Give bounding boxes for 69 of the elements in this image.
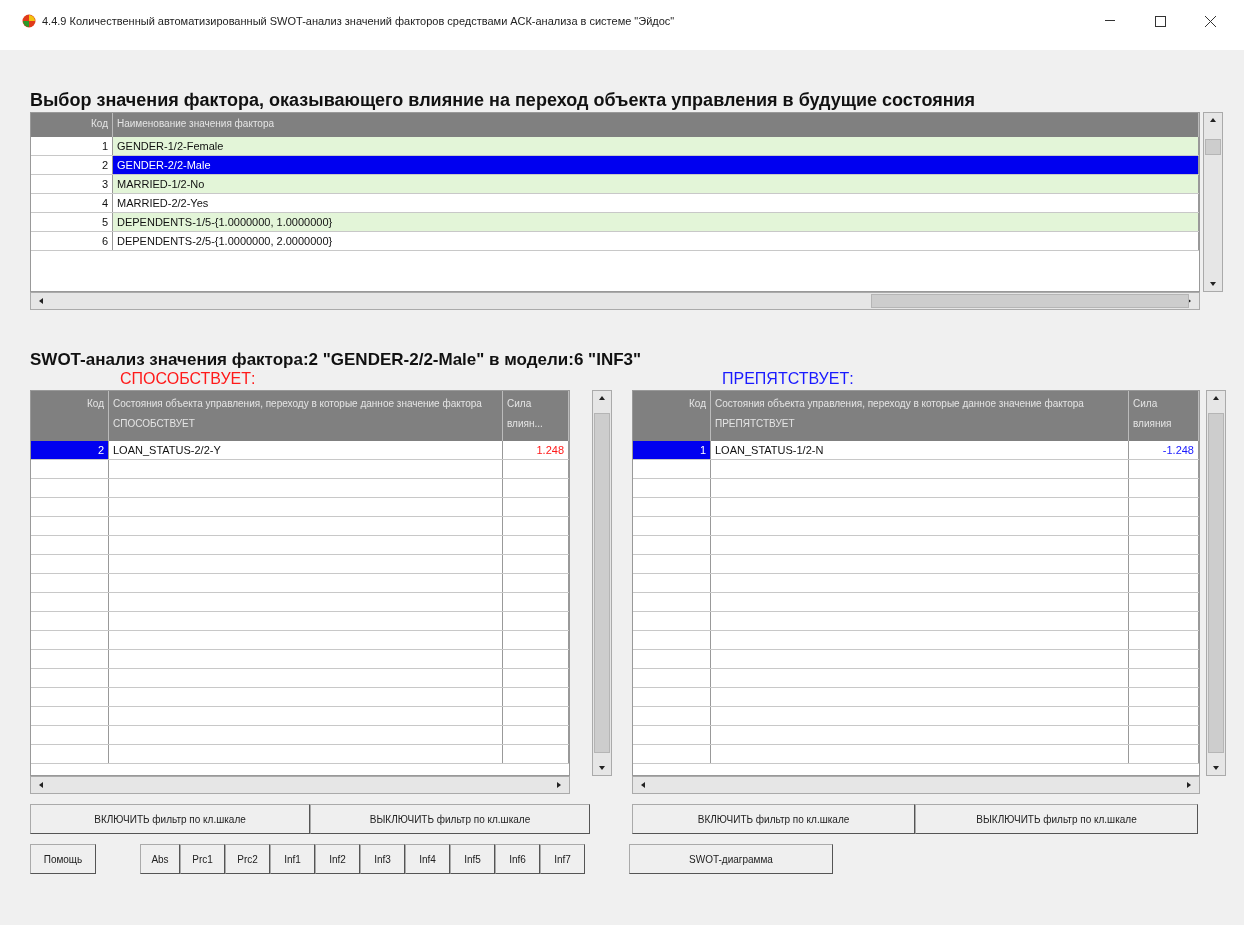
- panel-label: СПОСОБСТВУЕТ:: [120, 370, 257, 388]
- table-cell: LOAN_STATUS-2/2-Y: [109, 441, 503, 459]
- scrollbar-thumb[interactable]: [594, 413, 610, 753]
- window-title: 4.4.9 Количественный автоматизированный SWOT-анализ значений факторов средствами АСК-анализа в системе "Эйдос": [42, 15, 676, 27]
- table-row[interactable]: 2 GENDER-2/2-Male: [31, 156, 1199, 175]
- section-heading: Выбор значения фактора, оказывающего влияние на переход объекта управления в будущие состояния: [30, 90, 977, 112]
- table-row[interactable]: 3 MARRIED-1/2-No: [31, 175, 1199, 194]
- scrollbar-thumb[interactable]: [1208, 413, 1224, 753]
- arrow-right-icon[interactable]: [555, 781, 563, 789]
- table-cell: -1.248: [1129, 441, 1199, 459]
- model-button[interactable]: Abs: [140, 844, 180, 874]
- arrow-left-icon[interactable]: [37, 781, 45, 789]
- filter-button[interactable]: ВЫКЛЮЧИТЬ фильтр по кл.шкале: [310, 804, 590, 834]
- vertical-scrollbar[interactable]: [1203, 112, 1223, 292]
- table-cell: 5: [31, 213, 113, 231]
- table-cell: 1: [633, 441, 711, 459]
- table-row[interactable]: 1 GENDER-1/2-Female: [31, 137, 1199, 156]
- model-button[interactable]: Prc1: [180, 844, 225, 874]
- table-row[interactable]: 1 LOAN_STATUS-1/2-N -1.248: [633, 441, 1199, 460]
- model-button[interactable]: Inf4: [405, 844, 450, 874]
- model-button[interactable]: Inf5: [450, 844, 495, 874]
- arrow-down-icon[interactable]: [598, 764, 606, 772]
- table-cell: GENDER-1/2-Female: [113, 137, 1199, 155]
- swot-heading: SWOT-анализ значения фактора:2 "GENDER-2/2-Male" в модели:6 "INF3": [30, 350, 643, 370]
- close-icon[interactable]: [1204, 15, 1216, 27]
- table-cell: DEPENDENTS-2/5-{1.0000000, 2.0000000}: [113, 232, 1199, 250]
- table-cell: 3: [31, 175, 113, 193]
- table-cell: 1.248: [503, 441, 569, 459]
- maximize-icon[interactable]: [1154, 15, 1166, 27]
- model-button[interactable]: Inf1: [270, 844, 315, 874]
- table-row[interactable]: 6 DEPENDENTS-2/5-{1.0000000, 2.0000000}: [31, 232, 1199, 251]
- model-button[interactable]: Inf6: [495, 844, 540, 874]
- table-cell: 2: [31, 441, 109, 459]
- arrow-down-icon[interactable]: [1212, 764, 1220, 772]
- table-row[interactable]: 5 DEPENDENTS-1/5-{1.0000000, 1.0000000}: [31, 213, 1199, 232]
- horizontal-scrollbar[interactable]: [30, 776, 570, 794]
- table-cell: LOAN_STATUS-1/2-N: [711, 441, 1129, 459]
- table-cell: GENDER-2/2-Male: [113, 156, 1199, 174]
- table-cell: MARRIED-1/2-No: [113, 175, 1199, 193]
- table-cell: DEPENDENTS-1/5-{1.0000000, 1.0000000}: [113, 213, 1199, 231]
- panel-label: ПРЕПЯТСТВУЕТ:: [722, 370, 855, 388]
- table-row[interactable]: 2 LOAN_STATUS-2/2-Y 1.248: [31, 441, 569, 460]
- minimize-icon[interactable]: [1105, 20, 1115, 22]
- swot-diagram-button[interactable]: SWOT-диаграмма: [629, 844, 833, 874]
- filter-button[interactable]: ВКЛЮЧИТЬ фильтр по кл.шкале: [632, 804, 915, 834]
- app-logo-icon: [22, 14, 36, 28]
- table-row[interactable]: 4 MARRIED-2/2-Yes: [31, 194, 1199, 213]
- filter-button[interactable]: ВЫКЛЮЧИТЬ фильтр по кл.шкале: [915, 804, 1198, 834]
- arrow-down-icon[interactable]: [1209, 280, 1217, 288]
- table-cell: MARRIED-2/2-Yes: [113, 194, 1199, 212]
- horizontal-scrollbar[interactable]: [30, 292, 1200, 310]
- table-cell: 1: [31, 137, 113, 155]
- scrollbar-thumb[interactable]: [871, 294, 1189, 308]
- arrow-right-icon[interactable]: [1185, 781, 1193, 789]
- model-button[interactable]: Inf3: [360, 844, 405, 874]
- model-button[interactable]: Inf2: [315, 844, 360, 874]
- filter-button[interactable]: ВКЛЮЧИТЬ фильтр по кл.шкале: [30, 804, 310, 834]
- horizontal-scrollbar[interactable]: [632, 776, 1200, 794]
- help-button[interactable]: Помощь: [30, 844, 96, 874]
- model-button[interactable]: Prc2: [225, 844, 270, 874]
- arrow-left-icon[interactable]: [639, 781, 647, 789]
- arrow-up-icon[interactable]: [1212, 394, 1220, 402]
- scrollbar-thumb[interactable]: [1205, 139, 1221, 155]
- arrow-up-icon[interactable]: [1209, 116, 1217, 124]
- vertical-scrollbar[interactable]: [1206, 390, 1226, 776]
- vertical-scrollbar[interactable]: [592, 390, 612, 776]
- arrow-up-icon[interactable]: [598, 394, 606, 402]
- model-button[interactable]: Inf7: [540, 844, 585, 874]
- arrow-left-icon[interactable]: [37, 297, 45, 305]
